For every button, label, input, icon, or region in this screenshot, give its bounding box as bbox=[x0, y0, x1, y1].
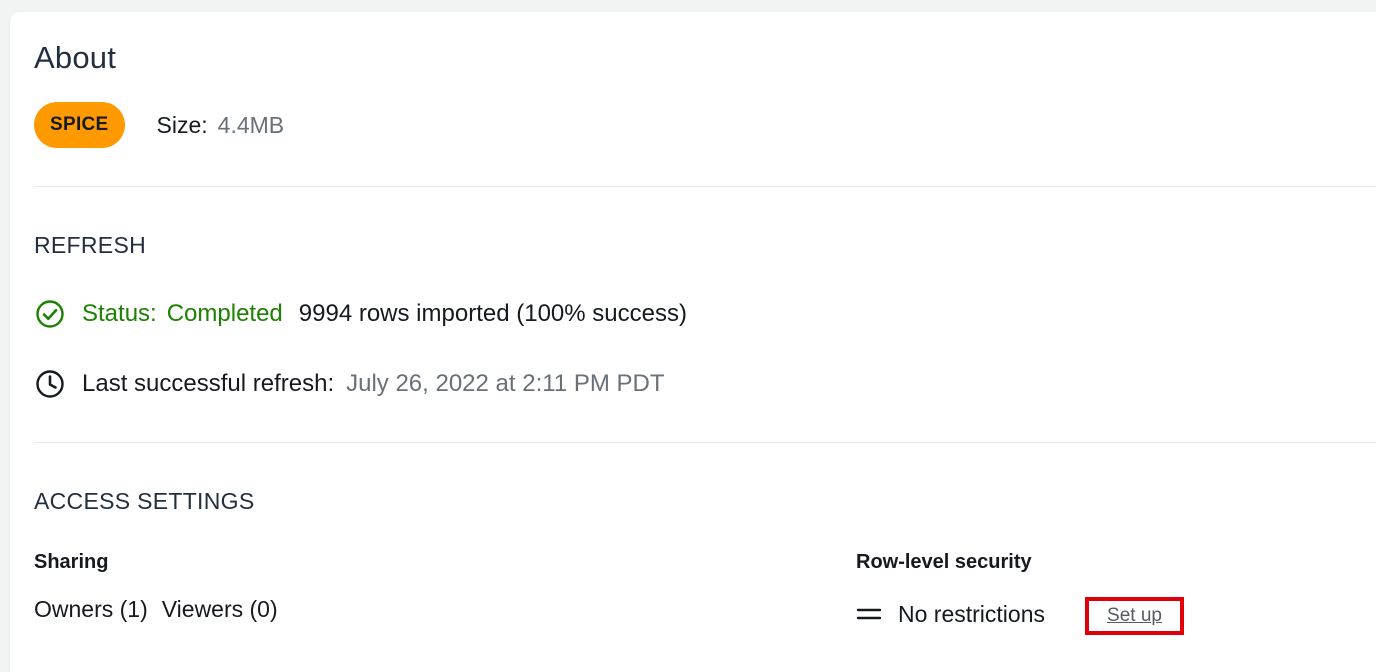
rls-status-text: No restrictions bbox=[898, 600, 1045, 627]
clock-icon bbox=[34, 368, 66, 400]
rls-value: No restrictions bbox=[856, 595, 1045, 633]
spice-badge: SPICE bbox=[34, 102, 125, 148]
rls-heading: Row-level security bbox=[856, 551, 1032, 573]
rows-imported-text: 9994 rows imported (100% success) bbox=[298, 300, 687, 327]
status-value: Completed bbox=[166, 300, 283, 327]
size-label: Size: bbox=[156, 111, 208, 138]
about-card: About SPICE Size: 4.4MB REFRESH Status: … bbox=[10, 12, 1376, 672]
refresh-status-row: Status: Completed 9994 rows imported (10… bbox=[34, 298, 687, 330]
rls-setup-link[interactable]: Set up bbox=[1085, 597, 1184, 635]
sharing-value: Owners (1) Viewers (0) bbox=[34, 596, 278, 623]
last-refresh-value: July 26, 2022 at 2:11 PM PDT bbox=[346, 370, 665, 397]
sharing-heading: Sharing bbox=[34, 551, 109, 573]
size-value: 4.4MB bbox=[217, 111, 285, 138]
viewers-count: Viewers (0) bbox=[161, 596, 278, 622]
card-title: About bbox=[34, 40, 117, 75]
equals-icon bbox=[856, 601, 882, 628]
check-circle-icon bbox=[34, 298, 66, 330]
dataset-meta-row: SPICE Size: 4.4MB bbox=[34, 102, 284, 148]
last-refresh-row: Last successful refresh: July 26, 2022 a… bbox=[34, 368, 665, 400]
owners-count: Owners (1) bbox=[34, 596, 148, 622]
divider bbox=[34, 442, 1376, 443]
access-settings-heading: ACCESS SETTINGS bbox=[34, 488, 255, 514]
status-label: Status: bbox=[82, 300, 157, 327]
refresh-heading: REFRESH bbox=[34, 232, 147, 258]
last-refresh-label: Last successful refresh: bbox=[82, 370, 335, 397]
divider bbox=[34, 186, 1376, 187]
